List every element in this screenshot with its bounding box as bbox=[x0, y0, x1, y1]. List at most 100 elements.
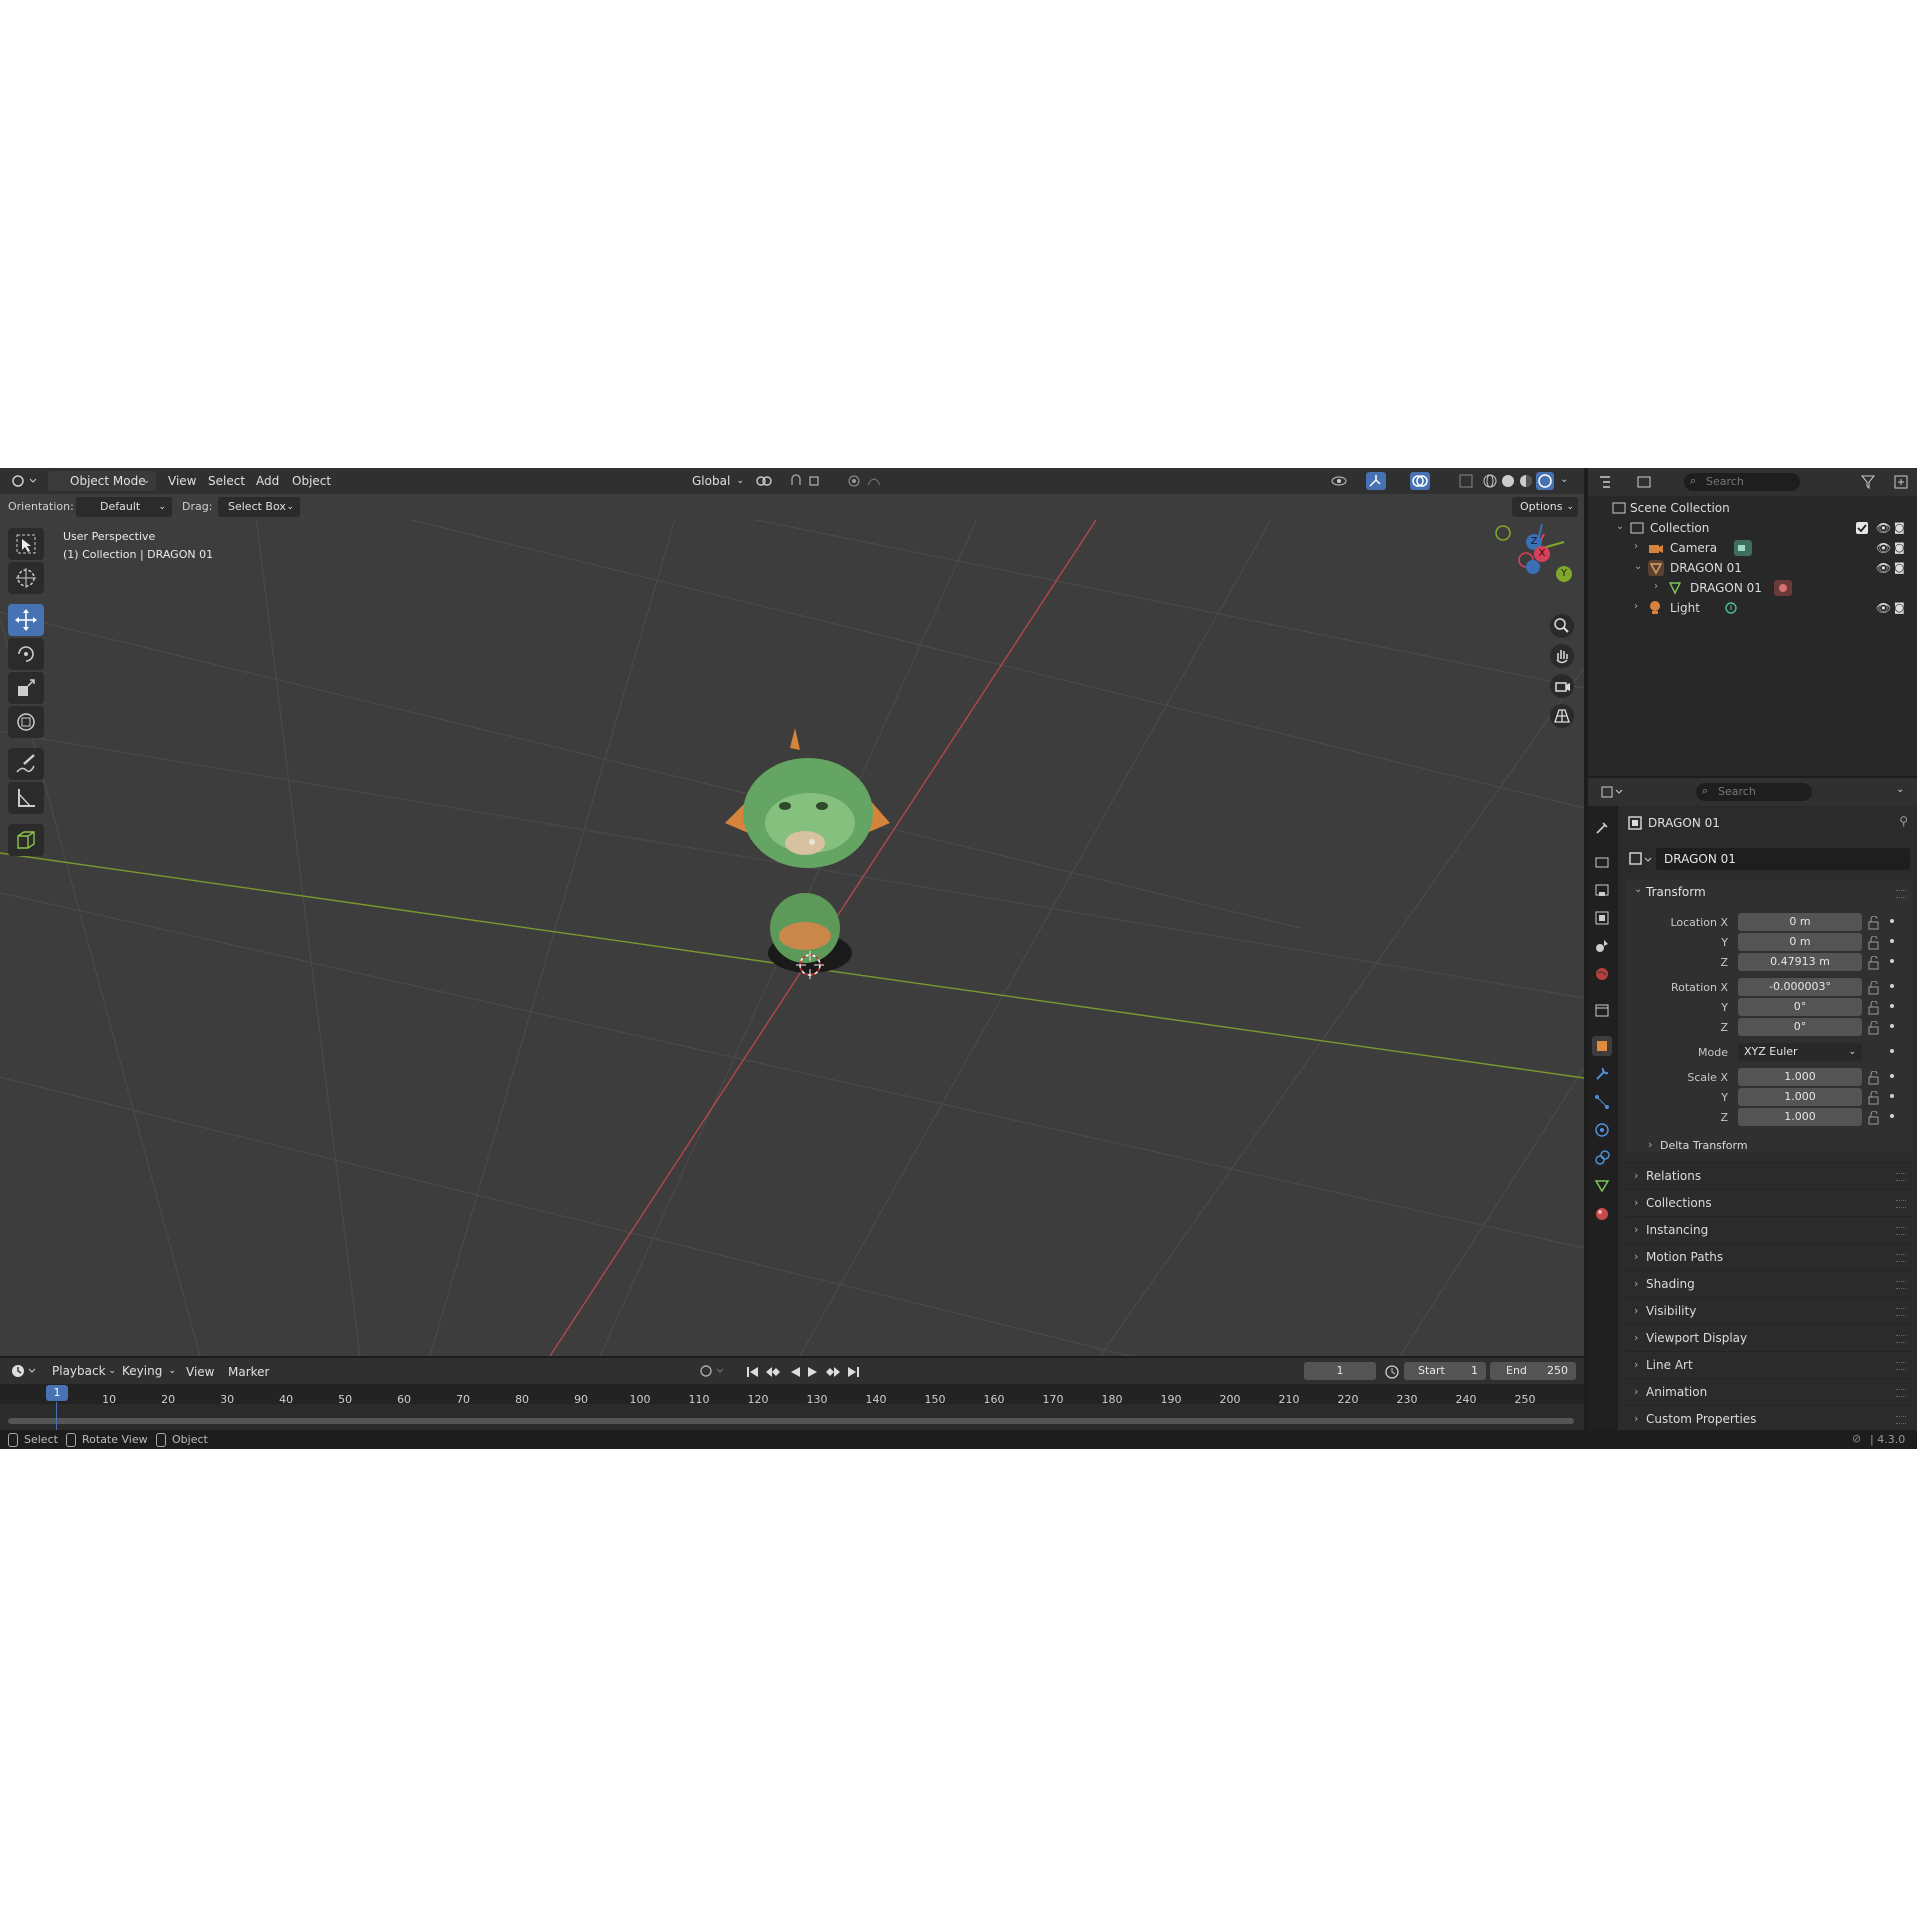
drag-grip-icon[interactable] bbox=[1896, 1281, 1906, 1289]
move-tool[interactable] bbox=[8, 604, 44, 636]
keyframe-dot-icon[interactable] bbox=[1890, 984, 1894, 988]
lock-icon[interactable] bbox=[1866, 1020, 1882, 1039]
solid-shading-icon[interactable] bbox=[1500, 473, 1516, 489]
lock-icon[interactable] bbox=[1866, 1110, 1882, 1129]
transform-tool[interactable] bbox=[8, 706, 44, 738]
scale-y-field[interactable]: 1.000 bbox=[1738, 1088, 1862, 1106]
instancing-section[interactable]: › Instancing bbox=[1626, 1216, 1912, 1243]
drag-grip-icon[interactable] bbox=[1896, 1389, 1906, 1397]
location-x-field[interactable]: 0 m bbox=[1738, 913, 1862, 931]
keyframe-dot-icon[interactable] bbox=[1890, 1074, 1894, 1078]
exclude-checkbox-icon[interactable] bbox=[1856, 522, 1868, 534]
rotation-y-field[interactable]: 0° bbox=[1738, 998, 1862, 1016]
orientation-dropdown[interactable]: Default ⌄ bbox=[76, 497, 172, 517]
viewport-display-section[interactable]: › Viewport Display bbox=[1626, 1324, 1912, 1351]
ortho-grid-icon[interactable] bbox=[1550, 704, 1574, 728]
object-tab-icon[interactable] bbox=[1592, 1036, 1612, 1056]
delta-transform-row[interactable]: › Delta Transform bbox=[1640, 1136, 1910, 1156]
keyframe-dot-icon[interactable] bbox=[1890, 1049, 1894, 1053]
play-reverse-icon[interactable] bbox=[788, 1364, 802, 1378]
custom-properties-section[interactable]: › Custom Properties bbox=[1626, 1405, 1912, 1428]
material-shading-icon[interactable] bbox=[1518, 473, 1534, 489]
filter-icon[interactable] bbox=[1860, 474, 1888, 490]
eye-icon[interactable]: 👁 bbox=[1876, 521, 1891, 535]
timeline-editor-icon[interactable] bbox=[10, 1363, 38, 1379]
chevron-right-icon[interactable]: › bbox=[1634, 601, 1638, 612]
rotation-z-field[interactable]: 0° bbox=[1738, 1018, 1862, 1036]
modifier-tab-icon[interactable] bbox=[1592, 1064, 1612, 1084]
outliner-search-input[interactable]: ⌕ Search bbox=[1684, 473, 1800, 491]
rotation-x-field[interactable]: -0.000003° bbox=[1738, 978, 1862, 996]
menu-view[interactable]: View bbox=[168, 474, 196, 488]
next-keyframe-icon[interactable] bbox=[824, 1364, 842, 1378]
object-name-input[interactable]: DRAGON 01 bbox=[1656, 848, 1910, 870]
keyframe-dot-icon[interactable] bbox=[1890, 1114, 1894, 1118]
collections-section[interactable]: › Collections bbox=[1626, 1189, 1912, 1216]
gizmo-y-axis[interactable]: Y bbox=[1556, 566, 1572, 582]
line-art-section[interactable]: › Line Art bbox=[1626, 1351, 1912, 1378]
drag-grip-icon[interactable] bbox=[1896, 1173, 1906, 1181]
tool-tab-icon[interactable] bbox=[1592, 818, 1612, 838]
keyframe-dot-icon[interactable] bbox=[1890, 939, 1894, 943]
prev-keyframe-icon[interactable] bbox=[764, 1364, 782, 1378]
shading-options-icon[interactable]: ⌄ bbox=[1560, 474, 1568, 485]
playhead[interactable]: 1 bbox=[46, 1385, 68, 1401]
shading-section[interactable]: › Shading bbox=[1626, 1270, 1912, 1297]
properties-editor-icon[interactable] bbox=[1600, 784, 1628, 800]
object-datablock-field[interactable]: DRAGON 01 bbox=[1626, 848, 1910, 870]
output-tab-icon[interactable] bbox=[1592, 880, 1612, 900]
lock-icon[interactable] bbox=[1866, 915, 1882, 934]
drag-grip-icon[interactable] bbox=[1896, 1254, 1906, 1262]
drag-grip-icon[interactable] bbox=[1896, 1200, 1906, 1208]
transform-orientation-dropdown[interactable]: Global ⌄ bbox=[672, 471, 746, 491]
jump-start-icon[interactable] bbox=[746, 1364, 760, 1378]
drag-grip-icon[interactable] bbox=[1896, 1335, 1906, 1343]
drag-dropdown[interactable]: Select Box ⌄ bbox=[218, 497, 300, 517]
lock-icon[interactable] bbox=[1866, 980, 1882, 999]
eye-icon[interactable]: 👁 bbox=[1876, 561, 1891, 575]
scale-tool[interactable] bbox=[8, 672, 44, 704]
new-collection-icon[interactable] bbox=[1893, 474, 1909, 490]
render-camera-icon[interactable]: ◙ bbox=[1894, 601, 1905, 614]
light-data-icon[interactable] bbox=[1724, 601, 1738, 615]
keyframe-dot-icon[interactable] bbox=[1890, 919, 1894, 923]
rendered-shading-icon[interactable] bbox=[1536, 472, 1554, 490]
visibility-selectability-icon[interactable] bbox=[1330, 473, 1358, 489]
wireframe-shading-icon[interactable] bbox=[1482, 473, 1498, 489]
annotate-tool[interactable] bbox=[8, 748, 44, 780]
material-tab-icon[interactable] bbox=[1592, 1204, 1612, 1224]
preview-range-icon[interactable] bbox=[1384, 1363, 1400, 1379]
lock-icon[interactable] bbox=[1866, 1000, 1882, 1019]
pivot-point-icon[interactable] bbox=[754, 473, 782, 489]
3d-viewport[interactable]: User Perspective (1) Collection | DRAGON… bbox=[0, 468, 1584, 1356]
eye-icon[interactable]: 👁 bbox=[1876, 541, 1891, 555]
properties-search-input[interactable]: ⌕ Search bbox=[1696, 783, 1812, 801]
start-frame-field[interactable]: Start 1 bbox=[1404, 1362, 1486, 1380]
lock-icon[interactable] bbox=[1866, 1090, 1882, 1109]
render-tab-icon[interactable] bbox=[1592, 852, 1612, 872]
relations-section[interactable]: › Relations bbox=[1626, 1162, 1912, 1189]
visibility-section[interactable]: › Visibility bbox=[1626, 1297, 1912, 1324]
scene-collection-row[interactable]: Scene Collection bbox=[1588, 498, 1917, 518]
scene-tab-icon[interactable] bbox=[1592, 936, 1612, 956]
chevron-down-icon[interactable]: ⌄ bbox=[1634, 561, 1642, 572]
lock-icon[interactable] bbox=[1866, 955, 1882, 974]
motion-paths-section[interactable]: › Motion Paths bbox=[1626, 1243, 1912, 1270]
outliner-item-dragon[interactable]: ⌄ DRAGON 01 👁 ◙ bbox=[1588, 558, 1917, 578]
playback-menu[interactable]: Playback ⌄ bbox=[50, 1361, 116, 1381]
eye-icon[interactable]: 👁 bbox=[1876, 601, 1891, 615]
editor-type-icon[interactable] bbox=[10, 473, 38, 489]
collection-tab-icon[interactable] bbox=[1592, 1000, 1612, 1020]
menu-select[interactable]: Select bbox=[208, 474, 245, 488]
object-type-dropdown[interactable] bbox=[1628, 848, 1654, 870]
chevron-right-icon[interactable]: › bbox=[1654, 581, 1658, 592]
view-layer-tab-icon[interactable] bbox=[1592, 908, 1612, 928]
keyframe-dot-icon[interactable] bbox=[1890, 1024, 1894, 1028]
outliner-item-light[interactable]: › Light 👁 ◙ bbox=[1588, 598, 1917, 618]
menu-add[interactable]: Add bbox=[256, 474, 279, 488]
drag-grip-icon[interactable] bbox=[1896, 890, 1906, 898]
snap-icon[interactable] bbox=[788, 473, 836, 489]
physics-tab-icon[interactable] bbox=[1592, 1120, 1612, 1140]
timeline-view-menu[interactable]: View bbox=[186, 1365, 214, 1379]
drag-grip-icon[interactable] bbox=[1896, 1416, 1906, 1424]
